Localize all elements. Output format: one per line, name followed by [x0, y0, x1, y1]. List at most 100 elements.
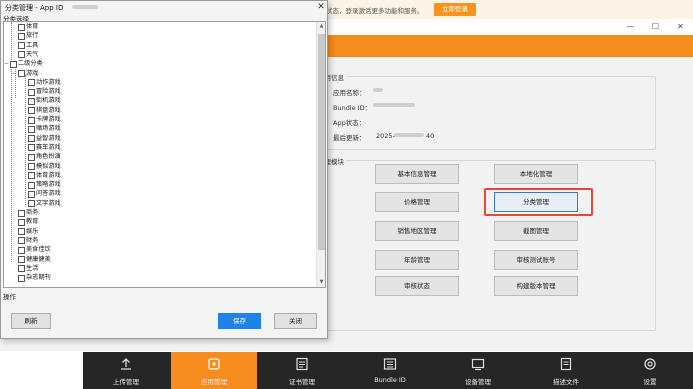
screenshot-button[interactable]: 截图管理: [494, 221, 578, 241]
checkbox[interactable]: [28, 97, 35, 105]
highlight-box: [484, 188, 593, 216]
checkbox[interactable]: [18, 32, 25, 40]
tree-item[interactable]: 美食佳饮: [18, 246, 51, 254]
tree-item-label: 街机游戏: [36, 97, 61, 105]
checkbox[interactable]: [18, 209, 25, 217]
basic-info-button[interactable]: 基本信息管理: [375, 164, 459, 184]
price-button[interactable]: 价格管理: [375, 192, 459, 212]
tree-item[interactable]: 生活: [18, 265, 38, 273]
checkbox[interactable]: [18, 228, 25, 236]
tree-item[interactable]: 策略游戏: [28, 181, 61, 189]
checkbox[interactable]: [28, 181, 35, 189]
tree-item[interactable]: 体育: [18, 23, 38, 31]
tree-item[interactable]: − 二级分类: [4, 60, 43, 68]
certificate-icon: [296, 357, 308, 371]
nav-profile[interactable]: 描述文件: [523, 352, 609, 389]
bottom-nav: 上传管理 应用管理 证书管理 Bundle ID 设备管理 描述文件 设置: [83, 352, 693, 389]
checkbox[interactable]: [28, 163, 35, 170]
tree-item[interactable]: 工具: [18, 42, 38, 50]
checkbox[interactable]: [18, 42, 25, 50]
tree-item[interactable]: 问答游戏: [28, 190, 61, 198]
nav-upload[interactable]: 上传管理: [83, 352, 169, 389]
checkbox[interactable]: [18, 237, 25, 245]
checkbox[interactable]: [28, 153, 35, 161]
minimize-button[interactable]: —: [618, 19, 643, 35]
scroll-down-icon[interactable]: ▼: [317, 278, 325, 287]
login-button[interactable]: 立即登录: [434, 3, 476, 16]
tree-item-label: 体育游戏: [36, 171, 61, 179]
window-close-button[interactable]: ✕: [668, 19, 693, 35]
dialog-close-icon[interactable]: ✕: [314, 1, 328, 14]
checkbox[interactable]: [28, 144, 35, 152]
age-rating-button[interactable]: 年龄管理: [375, 250, 459, 270]
tree-item-label: 工具: [26, 41, 39, 49]
tree-item[interactable]: 赌场游戏: [28, 125, 61, 133]
tree-item[interactable]: 角色扮演: [28, 153, 61, 161]
tree-item[interactable]: 动作游戏: [28, 79, 61, 87]
checkbox[interactable]: [28, 107, 35, 115]
tree-item[interactable]: 财务: [18, 237, 38, 245]
checkbox[interactable]: [28, 79, 35, 87]
tree-item[interactable]: 街机游戏: [28, 97, 61, 105]
tree-item[interactable]: 天气: [18, 51, 38, 59]
checkbox[interactable]: [18, 256, 25, 263]
tree-item[interactable]: − 游戏: [12, 70, 38, 78]
close-button[interactable]: 关闭: [274, 313, 317, 329]
tree-item-label: 二级分类: [18, 60, 43, 68]
last-updated-label: 最后更新：: [333, 134, 366, 142]
checkbox[interactable]: [18, 218, 25, 226]
nav-settings-label: 设置: [643, 378, 657, 386]
sales-region-button[interactable]: 销售地区管理: [375, 221, 459, 241]
checkbox[interactable]: [28, 116, 35, 124]
device-icon: [471, 358, 485, 371]
checkbox[interactable]: [18, 23, 25, 31]
tree-item[interactable]: 模拟游戏: [28, 163, 61, 171]
checkbox[interactable]: [18, 274, 25, 282]
tree-item[interactable]: 益智游戏: [28, 135, 61, 143]
tree-item[interactable]: 赛车游戏: [28, 144, 61, 152]
nav-app-manage[interactable]: 应用管理: [171, 352, 257, 389]
checkbox[interactable]: [28, 200, 35, 208]
nav-settings[interactable]: 设置: [607, 352, 693, 389]
tree-item-label: 健康健美: [26, 255, 51, 263]
checkbox[interactable]: [28, 190, 35, 198]
review-account-button[interactable]: 审核测试账号: [494, 250, 578, 270]
tree-item[interactable]: 棋盘游戏: [28, 107, 61, 115]
checkbox[interactable]: [18, 51, 25, 59]
tree-item[interactable]: 娱乐: [18, 228, 38, 236]
review-status-button[interactable]: 审核状态: [375, 276, 459, 296]
tree-item[interactable]: 体育游戏: [28, 172, 61, 180]
tree-item[interactable]: 健康健美: [18, 256, 51, 264]
checkbox[interactable]: [28, 88, 35, 96]
tree-item[interactable]: 卡牌游戏: [28, 116, 61, 124]
save-button[interactable]: 保存: [218, 313, 261, 329]
tree-item[interactable]: 杂志期刊: [18, 274, 51, 282]
profile-icon: [560, 357, 572, 371]
tree-item[interactable]: 商务: [18, 209, 38, 217]
scroll-up-icon[interactable]: ▲: [317, 22, 325, 31]
tree-item-label: 模拟游戏: [36, 162, 61, 170]
scroll-thumb[interactable]: [318, 34, 325, 250]
refresh-button[interactable]: 刷新: [11, 313, 51, 329]
localization-button[interactable]: 本地化管理: [494, 164, 578, 184]
checkbox[interactable]: [28, 172, 35, 180]
tree-item-label: 赛车游戏: [36, 143, 61, 151]
category-tree[interactable]: 体育 旅行 工具天气 − 二级分类 − 游戏 动作游戏 冒险游戏 街机游戏棋盘游戏 卡牌游戏 赌场游戏…: [3, 21, 326, 288]
tree-item[interactable]: 旅行: [18, 32, 38, 40]
checkbox[interactable]: [18, 265, 25, 273]
nav-bundle-id[interactable]: Bundle ID: [347, 352, 433, 389]
checkbox[interactable]: [18, 246, 25, 254]
nav-certificate[interactable]: 证书管理: [259, 352, 345, 389]
tree-item[interactable]: 教育: [18, 218, 38, 226]
checkbox[interactable]: [28, 125, 35, 133]
tree-scrollbar[interactable]: ▲ ▼: [316, 22, 325, 287]
checkbox[interactable]: [18, 70, 25, 77]
build-version-button[interactable]: 构建版本管理: [494, 276, 578, 296]
tree-item[interactable]: 冒险游戏: [28, 88, 61, 96]
tree-item-label: 杂志期刊: [26, 274, 51, 282]
tree-item[interactable]: 文字游戏: [28, 200, 61, 208]
maximize-button[interactable]: ☐: [643, 19, 668, 35]
checkbox[interactable]: [10, 60, 17, 68]
nav-device[interactable]: 设备管理: [435, 352, 521, 389]
checkbox[interactable]: [28, 135, 35, 143]
